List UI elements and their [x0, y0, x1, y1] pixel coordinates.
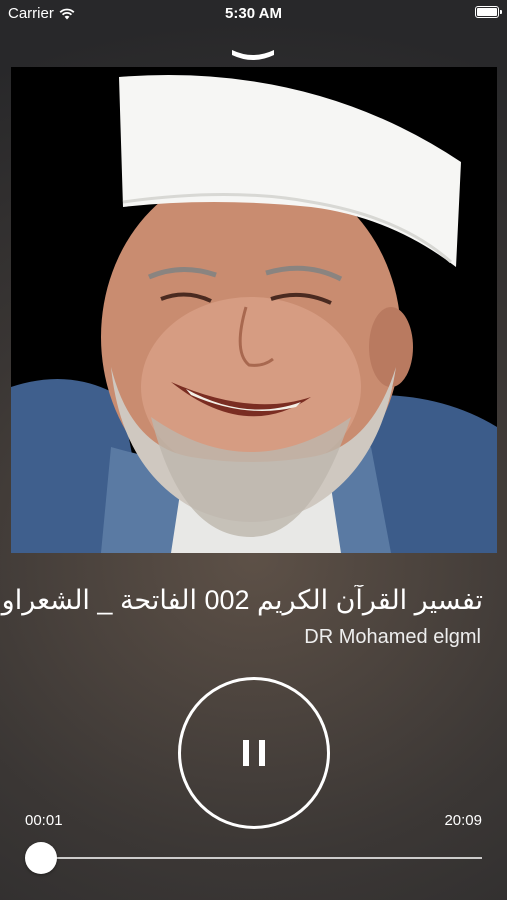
battery-icon: [475, 6, 502, 18]
album-artwork: [11, 67, 497, 553]
progress-thumb[interactable]: [25, 842, 58, 874]
artwork-image: [11, 75, 497, 553]
elapsed-time: 00:01: [25, 812, 63, 829]
track-artist: DR Mohamed elgml: [304, 626, 481, 648]
chevron-down-icon[interactable]: [228, 44, 278, 64]
track-title: تفسير القرآن الكريم 002 الفاتحة _ الشعرا…: [0, 585, 483, 615]
status-time: 5:30 AM: [225, 5, 282, 22]
status-bar: Carrier 5:30 AM: [0, 0, 507, 28]
play-pause-button[interactable]: [178, 677, 330, 829]
total-duration: 20:09: [444, 812, 482, 829]
pause-icon: [243, 740, 265, 766]
progress-track[interactable]: [30, 857, 482, 859]
